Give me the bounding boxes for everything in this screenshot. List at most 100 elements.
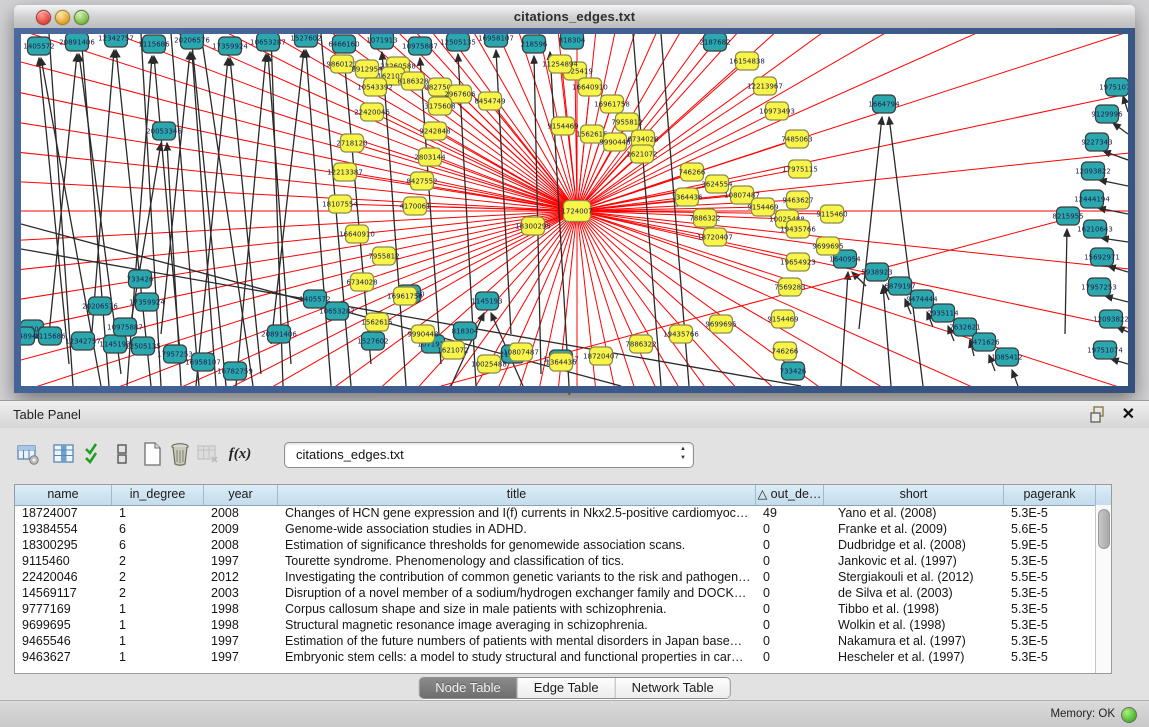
show-column-icon[interactable] — [50, 440, 78, 468]
create-table-icon[interactable] — [138, 440, 166, 468]
graph-node[interactable]: 12093822 — [1075, 162, 1111, 180]
graph-node[interactable]: 2718120 — [336, 134, 367, 152]
graph-edge[interactable] — [21, 34, 577, 211]
graph-node[interactable]: 1364436 — [671, 188, 703, 206]
graph-node[interactable]: 16640910 — [339, 225, 375, 243]
graph-edge[interactable] — [21, 34, 577, 211]
graph-node[interactable]: 1664794 — [868, 95, 900, 113]
graph-node[interactable]: 18720407 — [583, 347, 619, 365]
graph-edge[interactable] — [577, 211, 1128, 386]
graph-node[interactable]: 9990448 — [599, 133, 630, 151]
graph-node[interactable]: 9129996 — [1091, 105, 1123, 123]
graph-edge[interactable] — [577, 211, 1128, 386]
graph-edge[interactable] — [883, 286, 891, 386]
graph-node[interactable]: 1562615 — [361, 313, 392, 331]
table-selector-dropdown[interactable]: citations_edges.txt ▲▼ — [284, 442, 694, 468]
network-canvas[interactable]: 1405572208914061234275711156862020657617… — [21, 34, 1128, 386]
graph-edge[interactable] — [21, 34, 577, 211]
graph-node[interactable]: 8471626 — [968, 333, 1000, 351]
select-columns-icon[interactable] — [80, 440, 108, 468]
graph-node[interactable]: 10653287 — [250, 34, 286, 51]
table-row[interactable]: 969969511998Structural magnetic resonanc… — [15, 617, 1096, 633]
graph-node[interactable]: 20053346 — [146, 122, 182, 140]
graph-edge[interactable] — [577, 211, 1128, 386]
graph-edge[interactable] — [141, 34, 161, 386]
graph-node[interactable]: 9154469 — [767, 310, 798, 328]
column-header-out_de[interactable]: △ out_de… — [756, 485, 824, 505]
table-row[interactable]: 946362711997Embryonic stem cells: a mode… — [15, 649, 1096, 665]
graph-node[interactable]: 3624554 — [701, 175, 733, 193]
graph-node[interactable]: 2187682 — [699, 34, 730, 51]
graph-node[interactable]: 1621072 — [626, 145, 657, 163]
graph-edge[interactable] — [230, 58, 261, 374]
memory-indicator-led[interactable] — [1121, 707, 1137, 723]
column-header-title[interactable]: title — [278, 485, 756, 505]
graph-node[interactable]: 7886322 — [689, 209, 720, 227]
graph-node[interactable]: 7886322 — [625, 335, 656, 353]
graph-node[interactable]: 1621072 — [437, 341, 468, 359]
graph-node[interactable]: 9242848 — [419, 122, 450, 140]
graph-edge[interactable] — [21, 34, 577, 211]
graph-node[interactable]: 8454749 — [474, 92, 505, 110]
graph-node[interactable]: 1115686 — [138, 35, 170, 53]
graph-node[interactable]: 746266 — [679, 163, 706, 181]
graph-edge[interactable] — [21, 34, 577, 211]
graph-node[interactable]: 1364436 — [545, 353, 577, 371]
graph-node[interactable]: 9463627 — [782, 191, 813, 209]
graph-edge[interactable] — [577, 211, 1128, 386]
graph-node[interactable]: 17359924 — [129, 293, 165, 311]
column-header-year[interactable]: year — [204, 485, 278, 505]
vertical-scrollbar[interactable] — [1095, 505, 1111, 673]
graph-node[interactable]: 733426 — [780, 362, 807, 380]
graph-edge[interactable] — [21, 34, 577, 211]
graph-node[interactable]: 20891406 — [59, 34, 95, 51]
graph-node[interactable]: 3175608 — [424, 97, 455, 115]
graph-node[interactable]: 1071913 — [366, 34, 397, 49]
graph-edge[interactable] — [1101, 238, 1128, 242]
graph-edge[interactable] — [268, 54, 291, 364]
scrollbar-thumb[interactable] — [1098, 509, 1110, 549]
graph-edge[interactable] — [1113, 123, 1128, 134]
graph-edge[interactable] — [889, 117, 923, 386]
graph-node[interactable]: 4170061 — [399, 197, 430, 215]
graph-node[interactable]: 1724007 — [561, 201, 592, 222]
graph-edge[interactable] — [577, 211, 1128, 347]
tab-network-table[interactable]: Network Table — [616, 678, 730, 698]
table-row[interactable]: 946554611997Estimation of the future num… — [15, 633, 1096, 649]
graph-node[interactable]: 5938923 — [861, 263, 892, 281]
graph-node[interactable]: 12213967 — [747, 77, 783, 95]
graph-node[interactable]: 9699695 — [812, 237, 843, 255]
graph-edge[interactable] — [21, 34, 577, 211]
graph-node[interactable]: 17359924 — [212, 37, 248, 55]
table-row[interactable]: 1830029562008Estimation of significance … — [15, 537, 1096, 553]
graph-node[interactable]: 9154469 — [547, 117, 578, 135]
window-titlebar[interactable]: citations_edges.txt — [14, 5, 1135, 29]
graph-node[interactable]: 12093822 — [1093, 310, 1128, 328]
function-builder-icon[interactable]: f(x) — [226, 440, 254, 468]
row-height-icon[interactable] — [108, 440, 136, 468]
tab-edge-table[interactable]: Edge Table — [518, 678, 616, 698]
graph-edge[interactable] — [21, 34, 577, 211]
graph-node[interactable]: 8427552 — [406, 172, 437, 190]
graph-node[interactable]: 8215955 — [1052, 207, 1083, 225]
column-header-pagerank[interactable]: pagerank — [1004, 485, 1096, 505]
network-graph[interactable]: 1405572208914061234275711156862020657617… — [21, 34, 1128, 386]
splitter-collapse-icon[interactable]: ▾ — [567, 388, 572, 399]
graph-edge[interactable] — [21, 34, 577, 211]
graph-edge[interactable] — [21, 34, 577, 211]
column-header-short[interactable]: short — [824, 485, 1004, 505]
graph-node[interactable]: 16958107 — [478, 34, 514, 47]
graph-node[interactable]: 9154469 — [747, 198, 778, 216]
graph-node[interactable]: 218596 — [521, 35, 548, 53]
graph-node[interactable]: 16154838 — [729, 52, 765, 70]
graph-node[interactable]: 17957253 — [1081, 278, 1117, 296]
tab-node-table[interactable]: Node Table — [419, 678, 518, 698]
graph-node[interactable]: 7955812 — [368, 247, 399, 265]
graph-edge[interactable] — [1111, 359, 1128, 364]
graph-node[interactable]: 7569283 — [774, 278, 805, 296]
graph-node[interactable]: 1115686 — [34, 327, 66, 345]
float-panel-icon[interactable] — [1090, 406, 1107, 423]
graph-node[interactable]: 7485063 — [781, 130, 812, 148]
graph-edge[interactable] — [1012, 370, 1018, 386]
graph-node[interactable]: 10975887 — [402, 37, 438, 55]
